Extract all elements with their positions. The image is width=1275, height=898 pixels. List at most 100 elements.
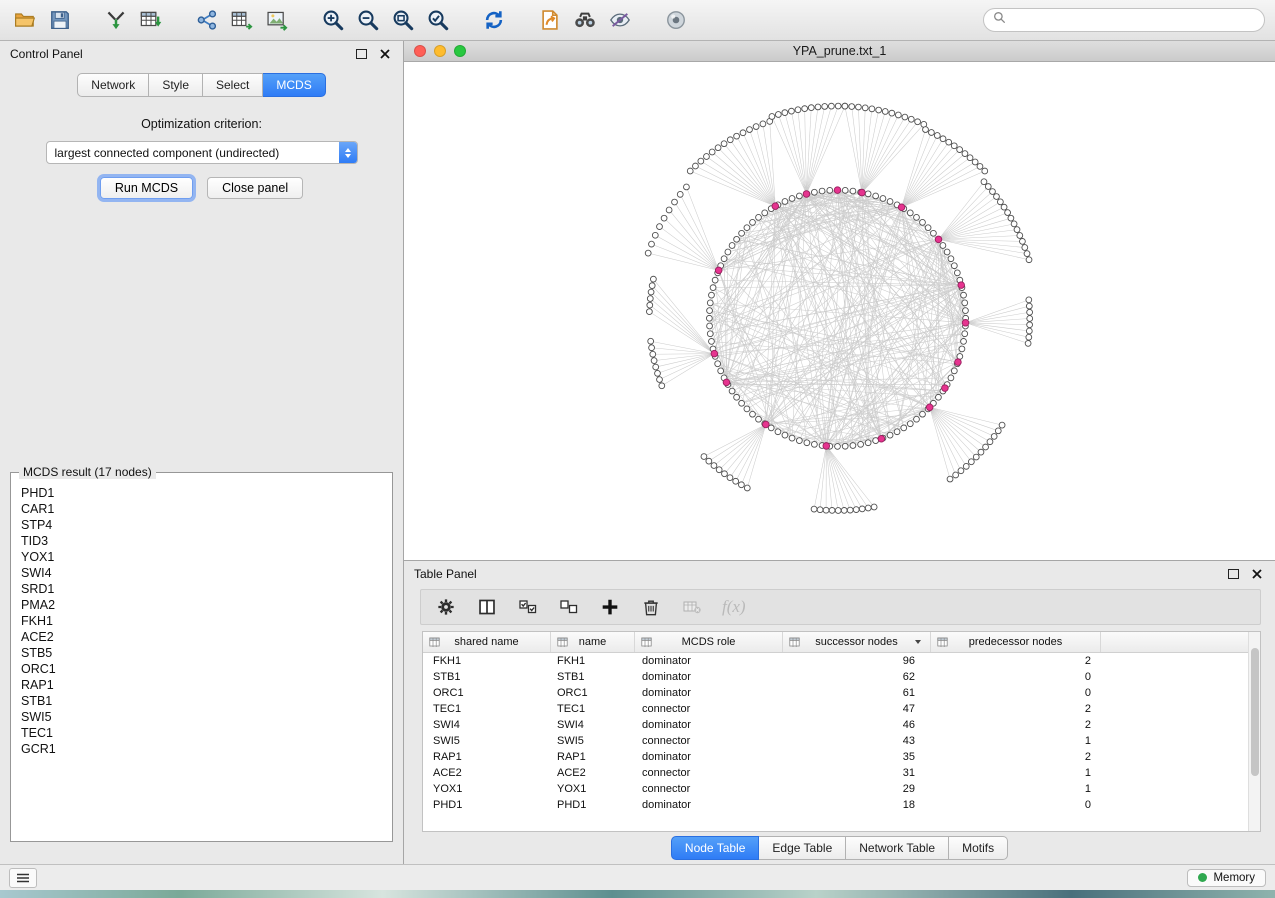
tab-edge-table[interactable]: Edge Table xyxy=(759,836,846,860)
import-network-icon[interactable] xyxy=(101,5,131,35)
delete-row-icon[interactable] xyxy=(640,596,662,618)
mcds-result-item[interactable]: RAP1 xyxy=(21,677,382,693)
deselect-all-icon[interactable] xyxy=(558,596,580,618)
search-input[interactable] xyxy=(1011,12,1255,28)
header-filler xyxy=(1101,632,1248,652)
cell-successor-nodes: 35 xyxy=(783,751,931,763)
cell-predecessor-nodes: 1 xyxy=(931,767,1101,779)
column-header-shared-name[interactable]: shared name xyxy=(423,632,551,652)
export-table-icon[interactable] xyxy=(227,5,257,35)
minimize-window-icon[interactable] xyxy=(434,45,446,57)
mcds-result-item[interactable]: CAR1 xyxy=(21,501,382,517)
import-table-icon[interactable] xyxy=(136,5,166,35)
mcds-result-item[interactable]: SWI5 xyxy=(21,709,382,725)
tab-network[interactable]: Network xyxy=(77,73,149,97)
close-panel-button[interactable]: Close panel xyxy=(207,177,303,199)
table-toolbar: f(x) xyxy=(420,589,1261,625)
application-window: Control Panel NetworkStyleSelectMCDS Opt… xyxy=(0,0,1275,898)
tab-style[interactable]: Style xyxy=(149,73,203,97)
table-row[interactable]: STB1STB1dominator620 xyxy=(423,669,1248,685)
mcds-result-item[interactable]: YOX1 xyxy=(21,549,382,565)
cell-predecessor-nodes: 2 xyxy=(931,751,1101,763)
tab-motifs[interactable]: Motifs xyxy=(949,836,1008,860)
table-row[interactable]: ACE2ACE2connector311 xyxy=(423,765,1248,781)
gear-icon[interactable] xyxy=(435,596,457,618)
close-panel-icon[interactable] xyxy=(377,46,393,62)
binoculars-icon[interactable] xyxy=(570,5,600,35)
zoom-selected-icon[interactable] xyxy=(423,5,453,35)
select-all-icon[interactable] xyxy=(517,596,539,618)
column-header-predecessor-nodes[interactable]: predecessor nodes xyxy=(931,632,1101,652)
mcds-result-item[interactable]: TID3 xyxy=(21,533,382,549)
mcds-result-list[interactable]: PHD1CAR1STP4TID3YOX1SWI4SRD1PMA2FKH1ACE2… xyxy=(11,473,392,827)
function-builder-icon: f(x) xyxy=(722,596,746,618)
mcds-result-item[interactable]: STB5 xyxy=(21,645,382,661)
float-panel-icon[interactable] xyxy=(353,46,369,62)
table-row[interactable]: TEC1TEC1connector472 xyxy=(423,701,1248,717)
close-table-panel-icon[interactable] xyxy=(1249,566,1265,582)
criterion-dropdown[interactable]: largest connected component (undirected) xyxy=(46,141,358,164)
columns-icon[interactable] xyxy=(476,596,498,618)
cell-shared-name: SWI5 xyxy=(423,735,551,747)
table-row[interactable]: YOX1YOX1connector291 xyxy=(423,781,1248,797)
export-network-icon[interactable] xyxy=(192,5,222,35)
table-scrollbar[interactable] xyxy=(1248,632,1260,831)
mcds-result-item[interactable]: STP4 xyxy=(21,517,382,533)
table-tabs: Node TableEdge TableNetwork TableMotifs xyxy=(404,832,1275,864)
network-canvas[interactable] xyxy=(404,62,1275,560)
cell-successor-nodes: 29 xyxy=(783,783,931,795)
cell-name: ORC1 xyxy=(551,687,635,699)
mcds-result-item[interactable]: PHD1 xyxy=(21,485,382,501)
mcds-result-item[interactable]: SWI4 xyxy=(21,565,382,581)
show-graphics-details-icon[interactable] xyxy=(661,5,691,35)
memory-button[interactable]: Memory xyxy=(1187,869,1266,887)
search-box[interactable] xyxy=(983,8,1265,32)
mcds-result-item[interactable]: GCR1 xyxy=(21,741,382,757)
show-panels-icon[interactable] xyxy=(9,868,37,888)
column-header-mcds-role[interactable]: MCDS role xyxy=(635,632,783,652)
table-row[interactable]: ORC1ORC1dominator610 xyxy=(423,685,1248,701)
criterion-selected-value: largest connected component (undirected) xyxy=(47,146,339,160)
apply-layout-icon[interactable] xyxy=(479,5,509,35)
zoom-in-icon[interactable] xyxy=(318,5,348,35)
optimization-criterion-label: Optimization criterion: xyxy=(0,117,403,131)
mcds-result-item[interactable]: FKH1 xyxy=(21,613,382,629)
mcds-result-item[interactable]: TEC1 xyxy=(21,725,382,741)
table-row[interactable]: RAP1RAP1dominator352 xyxy=(423,749,1248,765)
table-row[interactable]: SWI5SWI5connector431 xyxy=(423,733,1248,749)
mcds-result-box: MCDS result (17 nodes) PHD1CAR1STP4TID3Y… xyxy=(10,472,393,842)
float-table-panel-icon[interactable] xyxy=(1225,566,1241,582)
run-mcds-button[interactable]: Run MCDS xyxy=(100,177,193,199)
column-header-successor-nodes[interactable]: successor nodes xyxy=(783,632,931,652)
hide-graphics-details-icon[interactable] xyxy=(605,5,635,35)
tab-node-table[interactable]: Node Table xyxy=(671,836,760,860)
share-document-icon[interactable] xyxy=(535,5,565,35)
cell-predecessor-nodes: 1 xyxy=(931,783,1101,795)
mcds-result-item[interactable]: ACE2 xyxy=(21,629,382,645)
mcds-result-item[interactable]: SRD1 xyxy=(21,581,382,597)
tab-select[interactable]: Select xyxy=(203,73,263,97)
cell-predecessor-nodes: 0 xyxy=(931,799,1101,811)
tab-network-table[interactable]: Network Table xyxy=(846,836,949,860)
add-row-icon[interactable] xyxy=(599,596,621,618)
open-folder-icon[interactable] xyxy=(10,5,40,35)
main-area: Control Panel NetworkStyleSelectMCDS Opt… xyxy=(0,41,1275,864)
cell-predecessor-nodes: 2 xyxy=(931,703,1101,715)
column-header-name[interactable]: name xyxy=(551,632,635,652)
close-window-icon[interactable] xyxy=(414,45,426,57)
table-row[interactable]: FKH1FKH1dominator962 xyxy=(423,653,1248,669)
mcds-result-item[interactable]: PMA2 xyxy=(21,597,382,613)
zoom-out-icon[interactable] xyxy=(353,5,383,35)
mcds-result-item[interactable]: STB1 xyxy=(21,693,382,709)
mcds-result-title: MCDS result (17 nodes) xyxy=(19,465,156,479)
table-row[interactable]: SWI4SWI4dominator462 xyxy=(423,717,1248,733)
main-toolbar xyxy=(0,0,1275,41)
maximize-window-icon[interactable] xyxy=(454,45,466,57)
export-image-icon[interactable] xyxy=(262,5,292,35)
save-icon[interactable] xyxy=(45,5,75,35)
mcds-result-item[interactable]: ORC1 xyxy=(21,661,382,677)
tab-mcds[interactable]: MCDS xyxy=(263,73,325,97)
zoom-fit-icon[interactable] xyxy=(388,5,418,35)
scrollbar-thumb[interactable] xyxy=(1251,648,1259,776)
table-row[interactable]: PHD1PHD1dominator180 xyxy=(423,797,1248,813)
